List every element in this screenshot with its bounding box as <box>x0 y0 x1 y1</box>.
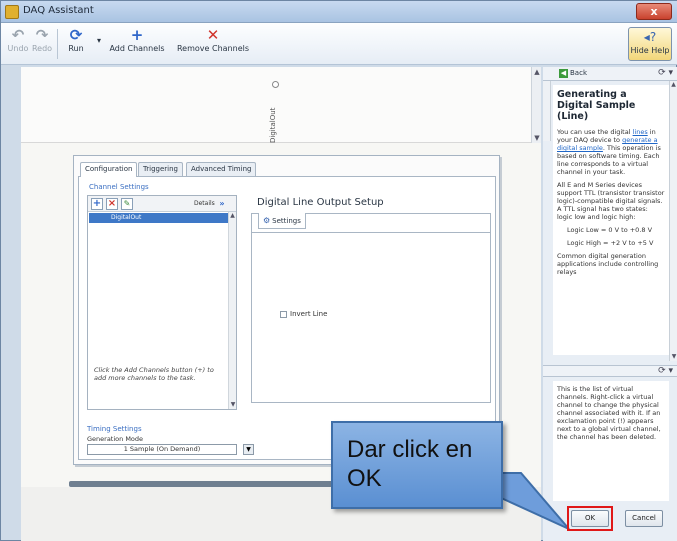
scroll-up-icon[interactable]: ▲ <box>229 212 236 220</box>
add-channel-icon[interactable]: + <box>91 198 103 210</box>
help-content: Generating a Digital Sample (Line) You c… <box>553 85 669 355</box>
undo-button[interactable]: ↶ Undo <box>7 26 29 62</box>
invert-line-checkbox[interactable] <box>280 311 287 318</box>
context-help-toolbar: ⟳ ▾ <box>543 365 677 377</box>
settings-icon: ⚙ <box>263 216 271 225</box>
remove-channels-label: Remove Channels <box>176 44 250 53</box>
setup-panel: ⚙ Settings Invert Line <box>251 213 491 403</box>
back-button[interactable]: ◀ Back <box>559 69 595 80</box>
run-button[interactable]: ⟳ Run <box>63 26 89 62</box>
help-splitter[interactable] <box>543 81 551 141</box>
redo-icon: ↷ <box>35 26 49 44</box>
plus-icon: + <box>130 26 144 44</box>
daq-assistant-window: DAQ Assistant x ↶ Undo ↷ Redo ⟳ Run ▾ + … <box>0 0 677 541</box>
hide-help-label: Hide Help <box>630 46 670 55</box>
redo-label: Redo <box>31 44 53 53</box>
run-icon: ⟳ <box>69 26 83 44</box>
channel-list[interactable]: + × ✎ Details » DigitalOut Click the Add… <box>87 195 237 410</box>
generation-mode-label: Generation Mode <box>87 435 144 443</box>
redo-button[interactable]: ↷ Redo <box>31 26 53 62</box>
help-options-icon[interactable]: ⟳ ▾ <box>658 366 673 376</box>
ok-button[interactable]: OK <box>571 510 609 527</box>
graph-channel-label: DigitalOut <box>269 107 277 143</box>
generation-mode-select[interactable]: 1 Sample (On Demand) <box>87 444 237 455</box>
help-logic-low: Logic Low = 0 V to +0.8 V <box>567 226 653 234</box>
help-scrollbar[interactable]: ▲ ▼ <box>669 81 677 361</box>
window-title: DAQ Assistant <box>23 5 94 16</box>
remove-channel-icon[interactable]: × <box>106 198 118 210</box>
tab-configuration[interactable]: Configuration <box>80 162 138 177</box>
list-item[interactable]: DigitalOut <box>89 213 229 223</box>
remove-icon: ✕ <box>206 26 220 44</box>
app-icon <box>5 5 19 19</box>
edit-channel-icon[interactable]: ✎ <box>121 198 133 210</box>
help-link-lines[interactable]: lines <box>633 128 648 136</box>
details-label: Details <box>194 200 215 207</box>
cancel-button[interactable]: Cancel <box>625 510 663 527</box>
help-paragraph-3: Common digital generation applications i… <box>557 252 659 276</box>
help-paragraph-2: All E and M Series devices support TTL (… <box>557 181 665 221</box>
run-label: Run <box>68 44 84 53</box>
timing-settings-label: Timing Settings <box>87 425 142 433</box>
scroll-down-icon[interactable]: ▼ <box>670 353 677 361</box>
tab-triggering[interactable]: Triggering <box>138 162 183 176</box>
callout-text: Dar click en OK <box>347 436 473 492</box>
help-logic-high: Logic High = +2 V to +5 V <box>567 239 654 247</box>
undo-label: Undo <box>7 44 29 53</box>
close-button[interactable]: x <box>636 3 672 20</box>
help-options-icon[interactable]: ⟳ ▾ <box>658 68 673 78</box>
back-label: Back <box>570 69 587 77</box>
toolbar-separator <box>57 29 58 59</box>
help-title: Generating a Digital Sample (Line) <box>557 89 636 122</box>
hide-help-button[interactable]: ◂? Hide Help <box>628 27 672 61</box>
add-channels-label: Add Channels <box>109 44 165 53</box>
help-text-fragment: You can use the digital <box>557 128 633 136</box>
channel-hint: Click the Add Channels button (+) to add… <box>94 366 214 382</box>
help-toolbar: ◀ Back ⟳ ▾ <box>543 67 677 81</box>
title-bar[interactable]: DAQ Assistant x <box>1 1 677 23</box>
timing-settings: Timing Settings Generation Mode 1 Sample… <box>87 425 287 457</box>
setup-title: Digital Line Output Setup <box>257 197 384 208</box>
channel-list-toolbar: + × ✎ Details » <box>88 196 236 212</box>
configuration-tab-body: Channel Settings + × ✎ Details » Digital… <box>78 176 496 460</box>
toolbar: ↶ Undo ↷ Redo ⟳ Run ▾ + Add Channels ✕ R… <box>1 23 677 65</box>
remove-channels-button[interactable]: ✕ Remove Channels <box>173 26 253 62</box>
scroll-down-icon[interactable]: ▼ <box>532 133 542 143</box>
run-dropdown-icon[interactable]: ▾ <box>95 26 103 62</box>
callout-annotation: Dar click en OK <box>331 421 503 509</box>
channel-list-scrollbar[interactable]: ▲ ▼ <box>228 212 236 409</box>
settings-tab-label: Settings <box>272 217 301 225</box>
tab-settings[interactable]: ⚙ Settings <box>258 213 306 229</box>
scroll-down-icon[interactable]: ▼ <box>229 401 237 409</box>
invert-line-label: Invert Line <box>290 310 328 318</box>
configuration-panel: Configuration Triggering Advanced Timing… <box>73 155 500 465</box>
dialog-buttons: OK Cancel <box>561 506 677 534</box>
help-panel: ◀ Back ⟳ ▾ Generating a Digital Sample (L… <box>543 67 677 541</box>
details-button[interactable]: » <box>215 198 229 210</box>
help-icon: ◂? <box>643 30 657 44</box>
back-arrow-icon: ◀ <box>559 69 568 78</box>
channel-settings-label: Channel Settings <box>89 183 149 191</box>
settings-body: Invert Line <box>252 232 490 402</box>
add-channels-button[interactable]: + Add Channels <box>105 26 169 62</box>
tab-advanced-timing[interactable]: Advanced Timing <box>186 162 257 176</box>
task-graph: DigitalOut ▲ ▼ <box>21 67 541 143</box>
scroll-up-icon[interactable]: ▲ <box>670 81 677 89</box>
scroll-up-icon[interactable]: ▲ <box>532 67 542 77</box>
undo-icon: ↶ <box>11 26 25 44</box>
graph-scrollbar[interactable]: ▲ ▼ <box>531 67 541 143</box>
help-paragraph-1: You can use the digital lines in your DA… <box>557 128 665 176</box>
chevron-down-icon[interactable]: ▼ <box>243 444 254 455</box>
